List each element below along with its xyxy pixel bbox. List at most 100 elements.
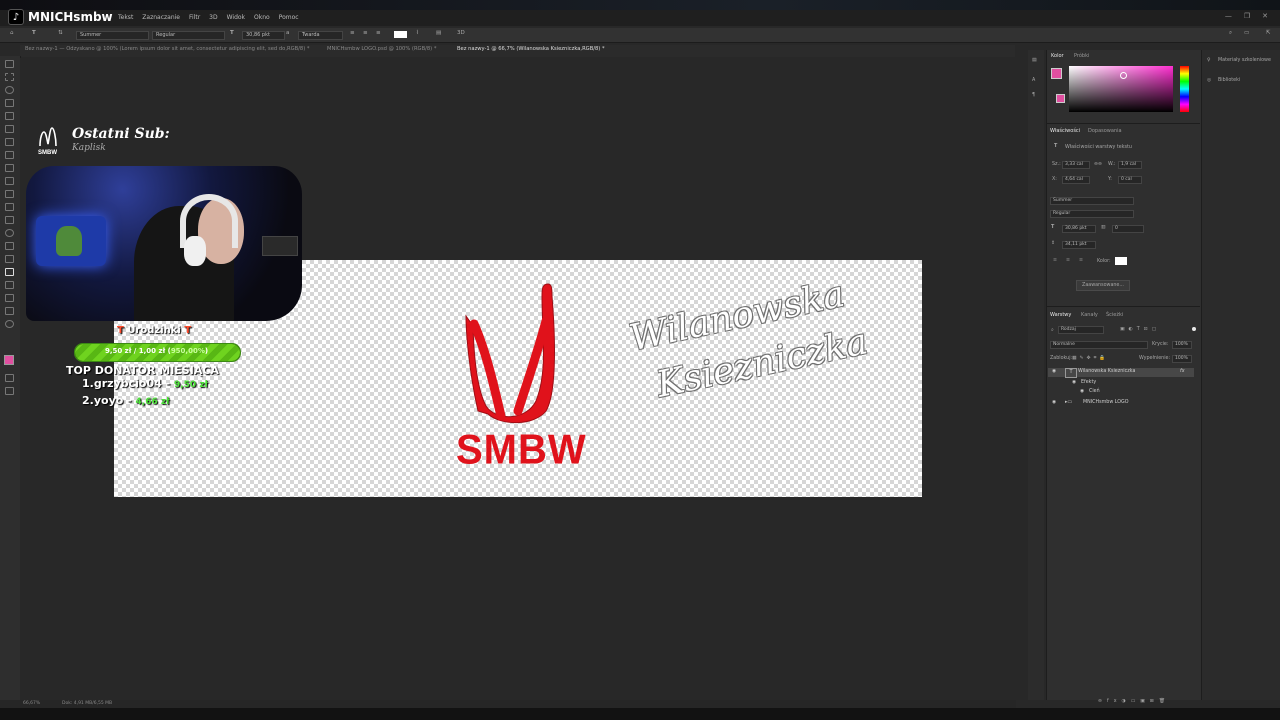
color-chip-small[interactable] xyxy=(1056,94,1065,103)
orientation-icon[interactable]: ⇅ xyxy=(58,30,63,36)
lasso-tool-icon[interactable] xyxy=(5,86,14,94)
crop-tool-icon[interactable] xyxy=(5,112,14,120)
warp-text-icon[interactable]: ⌇ xyxy=(416,30,419,36)
dodge-tool-icon[interactable] xyxy=(5,242,14,250)
libraries-panel-link[interactable]: Biblioteki xyxy=(1218,78,1240,83)
quick-select-tool-icon[interactable] xyxy=(5,99,14,107)
tab-kanaly[interactable]: Kanały xyxy=(1081,312,1098,318)
layer-filter-icons[interactable]: ▣◐T⊡▢ xyxy=(1120,327,1160,332)
font-style-select[interactable]: Regular xyxy=(152,31,225,40)
stamp-tool-icon[interactable] xyxy=(5,177,14,185)
eraser-tool-icon[interactable] xyxy=(5,203,14,211)
menu-item-3d[interactable]: 3D xyxy=(209,14,217,21)
tab-logo-psd[interactable]: MNICHsmbw LOGO.psd @ 100% (RGB/8) * xyxy=(327,46,436,52)
props-style-select[interactable]: Regular xyxy=(1050,210,1134,218)
gradient-tool-icon[interactable] xyxy=(5,216,14,224)
tab-dopasowania[interactable]: Dopasowania xyxy=(1088,128,1122,134)
marquee-tool-icon[interactable] xyxy=(5,73,14,81)
tab-active-document[interactable]: Bez nazwy-1 @ 66,7% (Wilanowska Ksieznic… xyxy=(457,46,605,52)
learn-panel-link[interactable]: Materiały szkoleniowe xyxy=(1218,58,1271,63)
frame-tool-icon[interactable] xyxy=(5,125,14,133)
font-family-select[interactable]: Summer xyxy=(76,31,149,40)
align-right-icon[interactable]: ≡ xyxy=(376,30,381,36)
layer-filter-select[interactable]: Rodzaj xyxy=(1058,326,1104,334)
share-icon[interactable]: ⇱ xyxy=(1266,30,1271,36)
lock-icons[interactable]: ▦✎✥⌗🔒 xyxy=(1072,355,1108,361)
tracking-field[interactable]: 0 xyxy=(1112,225,1144,233)
healing-tool-icon[interactable] xyxy=(5,151,14,159)
shadow-eye-icon[interactable]: ◉ xyxy=(1080,389,1084,394)
props-align-center-icon[interactable]: ≡ xyxy=(1066,258,1070,263)
link-icon[interactable]: ⊖⊖ xyxy=(1094,162,1102,167)
path-select-tool-icon[interactable] xyxy=(5,281,14,289)
quick-mask-icon[interactable] xyxy=(5,374,14,382)
eyedropper-tool-icon[interactable] xyxy=(5,138,14,146)
logo-visibility-eye-icon[interactable]: ◉ xyxy=(1052,400,1056,405)
opacity-field[interactable]: 100% xyxy=(1172,341,1192,349)
foreground-color-swatch[interactable] xyxy=(4,355,14,365)
fill-field[interactable]: 100% xyxy=(1172,355,1192,363)
home-icon[interactable]: ⌂ xyxy=(10,30,14,36)
leading-field[interactable]: 34,11 pkt xyxy=(1062,241,1096,249)
tab-wlasciwosci[interactable]: Właściwości xyxy=(1050,128,1080,134)
menu-item-widok[interactable]: Widok xyxy=(227,14,245,21)
history-icon[interactable]: ▤ xyxy=(1032,58,1037,63)
screen-mode-icon[interactable] xyxy=(5,387,14,395)
props-font-select[interactable]: Summer xyxy=(1050,197,1134,205)
align-center-icon[interactable]: ≡ xyxy=(363,30,368,36)
workspace-icon[interactable]: ▭ xyxy=(1244,30,1249,36)
close-icon[interactable]: ✕ xyxy=(1262,12,1268,20)
3d-icon[interactable]: 3D xyxy=(457,30,465,36)
tab-probki[interactable]: Próbki xyxy=(1074,53,1089,59)
filter-toggle-icon[interactable] xyxy=(1192,327,1196,331)
tab-warstwy[interactable]: Warstwy xyxy=(1050,312,1071,318)
shape-tool-icon[interactable] xyxy=(5,294,14,302)
zoom-level[interactable]: 66,67% xyxy=(23,701,40,706)
props-align-left-icon[interactable]: ≡ xyxy=(1053,258,1057,263)
tab-sciezki[interactable]: Ścieżki xyxy=(1106,312,1123,318)
blur-tool-icon[interactable] xyxy=(5,229,14,237)
width-field[interactable]: 3,33 cal xyxy=(1062,161,1090,169)
antialias-select[interactable]: Twarda xyxy=(298,31,343,40)
menu-item-zaznaczanie[interactable]: Zaznaczanie xyxy=(142,14,180,21)
move-tool-icon[interactable] xyxy=(5,60,14,68)
height-field[interactable]: 1,9 cal xyxy=(1118,161,1142,169)
character-icon[interactable]: A xyxy=(1032,78,1035,83)
search-icon[interactable]: ⌕ xyxy=(1229,30,1232,37)
maximize-icon[interactable]: ❐ xyxy=(1244,12,1250,20)
history-brush-tool-icon[interactable] xyxy=(5,190,14,198)
advanced-button[interactable]: Zaawansowane... xyxy=(1076,280,1130,291)
layer-row-text[interactable]: ◉ T Wilanowska Ksiezniczka fx xyxy=(1048,368,1194,378)
blend-mode-select[interactable]: Normalne xyxy=(1050,341,1148,349)
tab-document-1[interactable]: Bez nazwy-1 — Odzyskano @ 100% (Lorem ip… xyxy=(25,46,309,52)
hand-tool-icon[interactable] xyxy=(5,307,14,315)
foreground-color-chip[interactable] xyxy=(1051,68,1062,79)
layer-row-shadow[interactable]: ◉ Cień xyxy=(1048,388,1194,397)
paragraph-icon[interactable]: ¶ xyxy=(1032,93,1035,98)
fx-icon[interactable]: fx xyxy=(1180,369,1185,374)
layers-footer-icons[interactable]: ⊖fx◑▭▣⊞🗑 xyxy=(1098,699,1170,704)
pen-tool-icon[interactable] xyxy=(5,255,14,263)
align-left-icon[interactable]: ≡ xyxy=(350,30,355,36)
minimize-icon[interactable]: — xyxy=(1225,12,1232,20)
menu-item-tekst[interactable]: Tekst xyxy=(118,14,133,21)
props-color-swatch[interactable] xyxy=(1115,257,1127,265)
text-color-swatch[interactable] xyxy=(394,31,407,38)
font-size-select[interactable]: 30,86 pkt xyxy=(242,31,285,40)
effects-eye-icon[interactable]: ◉ xyxy=(1072,380,1076,385)
y-field[interactable]: 0 cal xyxy=(1118,176,1142,184)
menu-item-pomoc[interactable]: Pomoc xyxy=(279,14,299,21)
hue-slider[interactable] xyxy=(1180,66,1189,112)
menu-item-okno[interactable]: Okno xyxy=(254,14,270,21)
props-size-field[interactable]: 30,86 pkt xyxy=(1062,225,1096,233)
layer-row-effects[interactable]: ◉ Efekty xyxy=(1048,379,1194,388)
character-panel-icon[interactable]: ▤ xyxy=(436,30,441,36)
zoom-tool-icon[interactable] xyxy=(5,320,14,328)
x-field[interactable]: 4,64 cal xyxy=(1062,176,1090,184)
brush-tool-icon[interactable] xyxy=(5,164,14,172)
tab-kolor[interactable]: Kolor xyxy=(1051,53,1064,59)
picker-cursor[interactable] xyxy=(1120,72,1127,79)
layer-row-logo[interactable]: ◉ ▸▭ MNICHsmbw LOGO xyxy=(1048,399,1194,408)
menu-item-filtr[interactable]: Filtr xyxy=(189,14,200,21)
props-align-right-icon[interactable]: ≡ xyxy=(1079,258,1083,263)
